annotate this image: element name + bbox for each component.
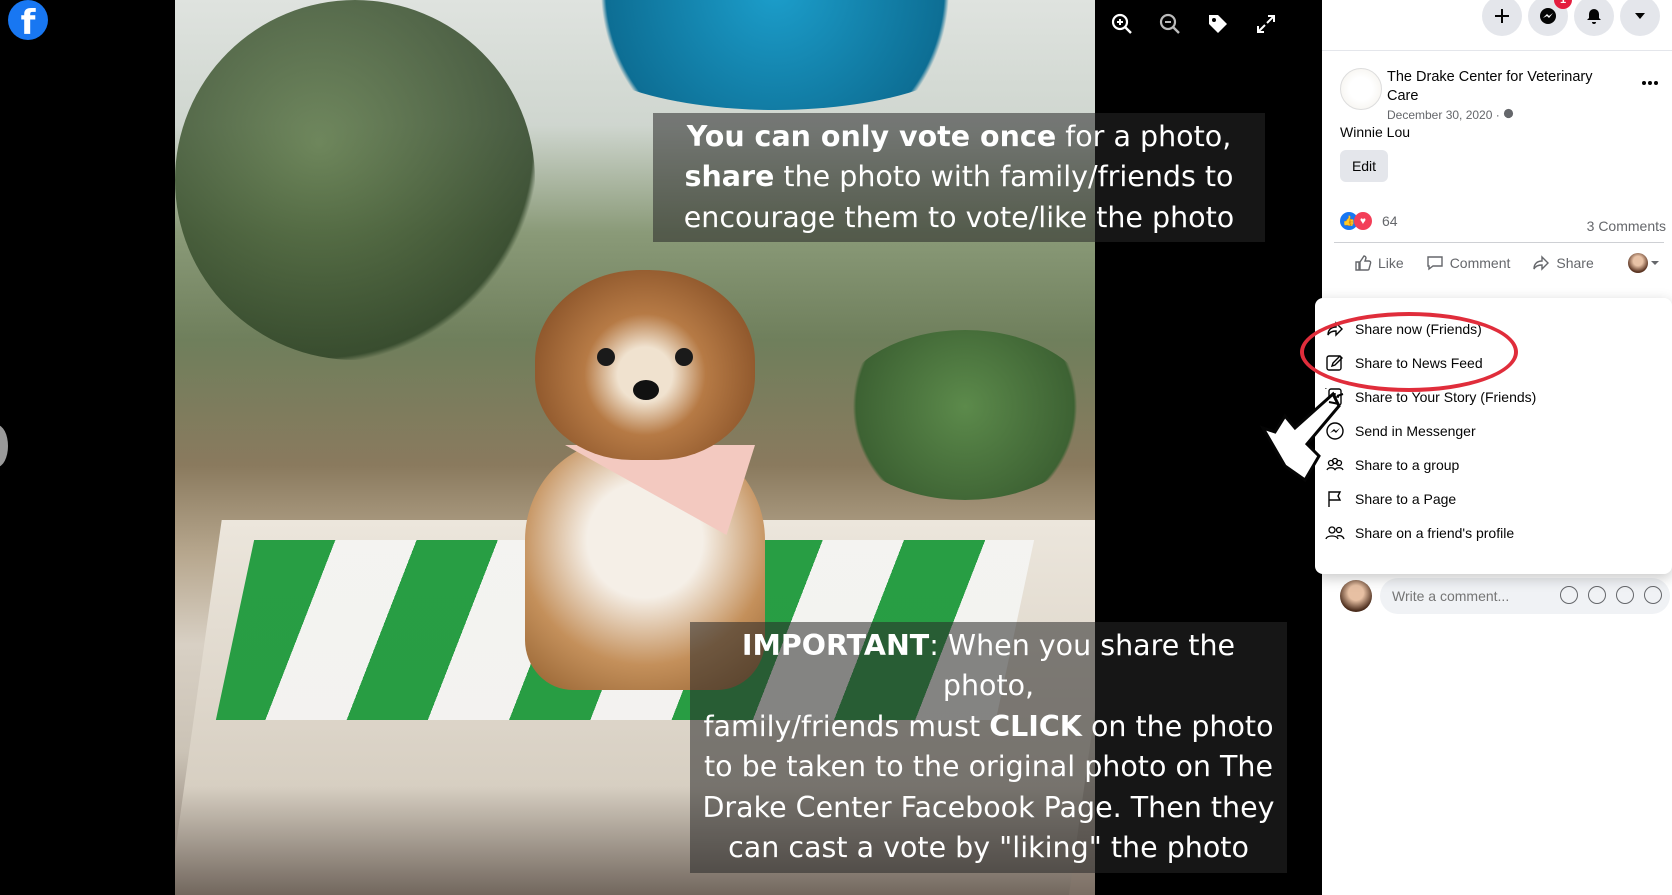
gif-icon[interactable] [1616,586,1634,604]
avatar [1340,580,1372,612]
share-arrow-icon [1533,255,1550,271]
emoji-icon[interactable] [1560,586,1578,604]
thumbs-up-icon [1355,255,1372,271]
account-menu-button[interactable] [1620,0,1660,36]
highlight-ellipse [1300,312,1518,392]
share-menu-item-group[interactable]: Share to a group [1325,448,1459,482]
zoom-out-icon[interactable] [1158,12,1182,36]
comment-composer [1340,578,1670,614]
create-button[interactable] [1482,0,1522,36]
share-menu-item-messenger[interactable]: Send in Messenger [1325,414,1476,448]
reaction-count: 64 [1382,213,1398,229]
fullscreen-icon[interactable] [1254,12,1278,36]
tag-icon[interactable] [1206,12,1230,36]
camera-icon[interactable] [1588,586,1606,604]
comment-icon [1426,256,1443,271]
overlay-text-important: IMPORTANT: When you share the photo, fam… [690,622,1287,873]
reaction-summary[interactable]: 👍 ♥ 64 [1340,212,1398,230]
plus-icon [1495,9,1509,23]
messenger-button[interactable]: 1 [1528,0,1572,36]
post-action-bar: Like Comment Share [1334,242,1664,283]
viewer-toolbar [1110,12,1278,36]
messenger-icon [1540,8,1556,24]
post-date[interactable]: December 30, 2020 · [1387,108,1514,122]
more-options-icon[interactable] [1642,80,1658,86]
comment-button[interactable]: Comment [1426,254,1510,272]
share-button[interactable]: Share [1532,254,1594,272]
facebook-logo-icon[interactable]: f [8,0,48,40]
like-button[interactable]: Like [1354,254,1404,272]
chevron-down-icon [1651,261,1659,265]
top-navigation-bar: 1 [1322,0,1672,51]
edit-button[interactable]: Edit [1340,150,1388,182]
notifications-icon [1587,9,1601,24]
share-menu-item-friend-profile[interactable]: Share on a friend's profile [1325,516,1514,550]
page-name-link[interactable]: The Drake Center for Veterinary Care [1387,68,1617,106]
post-caption: Winnie Lou [1340,124,1411,140]
comment-count-link[interactable]: 3 Comments [1587,218,1666,234]
globe-icon [1503,108,1514,119]
photo-viewer: You can only vote once for a photo, shar… [0,0,1322,895]
friends-icon [1325,526,1345,540]
reaction-as-selector[interactable] [1628,253,1660,273]
account-menu-icon [1635,13,1645,19]
sticker-icon[interactable] [1644,586,1662,604]
avatar [1628,253,1648,273]
zoom-in-icon[interactable] [1110,12,1134,36]
overlay-text-vote-once: You can only vote once for a photo, shar… [653,113,1265,243]
page-avatar[interactable] [1340,68,1382,110]
previous-photo-handle[interactable] [0,425,8,467]
pointer-hand-icon [1259,388,1344,483]
love-reaction-icon: ♥ [1354,212,1372,230]
notifications-button[interactable] [1574,0,1614,36]
flag-icon [1328,491,1342,507]
